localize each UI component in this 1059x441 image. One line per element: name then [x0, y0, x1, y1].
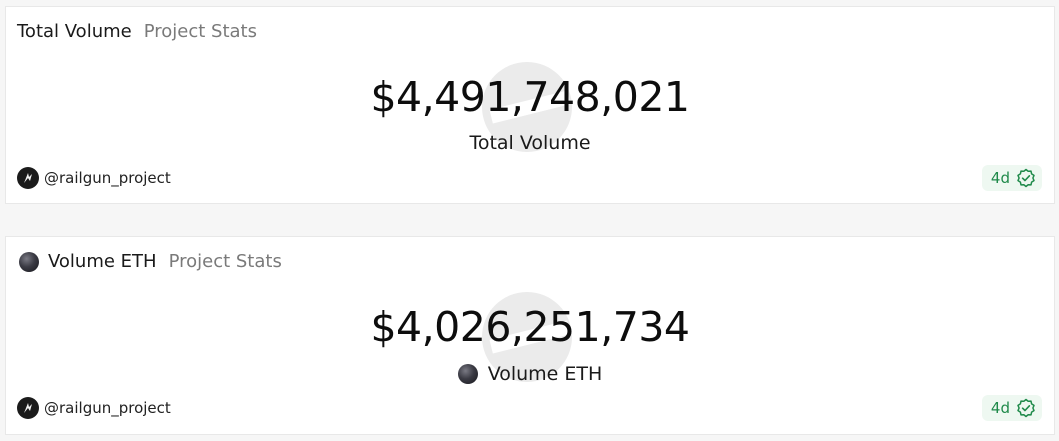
- stat-value: $4,491,748,021: [370, 73, 690, 121]
- verified-check-icon: [1016, 168, 1036, 188]
- author-link[interactable]: @railgun_project: [17, 397, 171, 419]
- age-text: 4d: [990, 399, 1010, 417]
- card-subtitle: Project Stats: [143, 21, 257, 42]
- age-badge: 4d: [981, 395, 1042, 421]
- stat-card-volume-eth: Volume ETH Project Stats $4,026,251,734 …: [5, 236, 1055, 435]
- railgun-avatar: [17, 397, 39, 419]
- card-header: Total Volume Project Stats: [17, 20, 257, 44]
- railgun-avatar: [17, 167, 39, 189]
- author-link[interactable]: @railgun_project: [17, 167, 171, 189]
- stat-label: Total Volume: [6, 130, 1054, 156]
- card-title: Total Volume: [17, 21, 132, 42]
- verified-check-icon: [1016, 398, 1036, 418]
- stat-value: $4,026,251,734: [370, 303, 690, 351]
- card-title: Volume ETH: [48, 251, 157, 272]
- stat-label: Volume ETH: [6, 361, 1054, 387]
- stat-label-text: Total Volume: [469, 132, 591, 154]
- stat-card-total-volume: Total Volume Project Stats $4,491,748,02…: [5, 6, 1055, 204]
- age-badge: 4d: [981, 165, 1042, 191]
- author-handle: @railgun_project: [44, 399, 171, 417]
- stat-label-text: Volume ETH: [487, 363, 603, 385]
- eth-token-icon: [19, 252, 39, 272]
- author-handle: @railgun_project: [44, 169, 171, 187]
- eth-token-icon: [457, 364, 478, 384]
- age-text: 4d: [990, 169, 1010, 187]
- card-header: Volume ETH Project Stats: [19, 250, 282, 274]
- card-subtitle: Project Stats: [168, 251, 282, 272]
